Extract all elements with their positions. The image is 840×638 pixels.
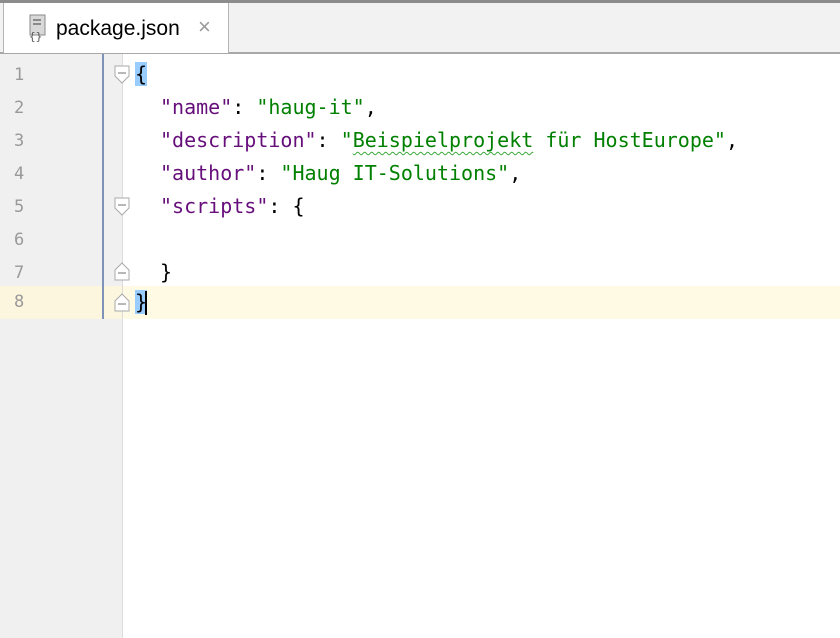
line-number: 5 (14, 197, 25, 217)
text-caret (145, 291, 147, 315)
fold-end-icon[interactable] (113, 292, 131, 312)
code-line-5: "scripts": { (160, 190, 305, 223)
code-line-2: "name": "haug-it", (160, 91, 377, 124)
comma: , (725, 128, 739, 152)
closing-brace: } (160, 260, 173, 284)
line-number: 1 (14, 65, 25, 85)
code-line-1: { (135, 58, 148, 91)
close-icon[interactable]: × (198, 13, 211, 41)
separator: : { (268, 194, 305, 218)
json-key: "description" (160, 128, 317, 152)
svg-text:{}: {} (29, 30, 42, 43)
line-number: 4 (14, 164, 25, 184)
json-string: " (340, 128, 353, 152)
json-key: "author" (160, 161, 257, 185)
line-number: 8 (14, 292, 25, 312)
comma: , (364, 95, 377, 119)
json-string: "haug-it" (256, 95, 365, 119)
tab-title: package.json (56, 17, 180, 40)
code-line-7: } (160, 256, 172, 289)
editor-tab-bar: {} package.json × (0, 0, 840, 54)
json-key: "name" (160, 95, 233, 119)
opening-brace: { (135, 62, 148, 86)
fold-end-icon[interactable] (113, 261, 131, 281)
code-line-4: "author": "Haug IT-Solutions", (160, 157, 521, 190)
fold-open-icon[interactable] (113, 197, 131, 217)
spellcheck-word: Beispielprojekt (352, 128, 534, 152)
separator: : (232, 95, 257, 119)
code-editor[interactable]: 1 2 3 4 5 6 7 8 { "name": "haug-it", "de… (0, 54, 840, 638)
json-key: "scripts" (160, 194, 269, 218)
json-string: für HostEurope" (533, 128, 726, 152)
comma: , (509, 161, 522, 185)
line-number: 2 (14, 98, 25, 118)
tab-package-json[interactable]: {} package.json × (3, 3, 229, 53)
separator: : (316, 128, 341, 152)
line-number: 6 (14, 230, 25, 250)
separator: : (256, 161, 281, 185)
line-number: 3 (14, 131, 25, 151)
json-file-icon: {} (29, 14, 46, 43)
json-string: "Haug IT-Solutions" (280, 161, 510, 185)
fold-open-icon[interactable] (113, 65, 131, 85)
indent-guide (102, 54, 104, 319)
code-line-3: "description": "Beispielprojekt für Host… (160, 124, 738, 157)
